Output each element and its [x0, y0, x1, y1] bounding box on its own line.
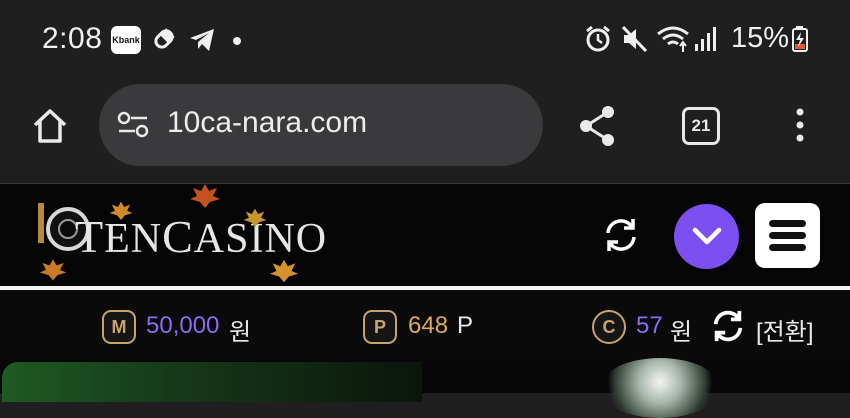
banner-background — [2, 362, 422, 402]
logo-letter-t: T — [75, 211, 105, 262]
battery-charging-icon — [792, 26, 808, 52]
casino-unit: 원 — [670, 319, 693, 346]
point-amount: 648 — [408, 312, 449, 339]
wifi-icon — [657, 26, 689, 52]
banner-image — [600, 358, 720, 418]
logo-letter-c: C — [162, 211, 194, 262]
pill-icon — [154, 28, 175, 49]
battery-percent: 15% — [731, 22, 790, 54]
logo-letters-en: EN — [104, 216, 163, 262]
refresh-icon[interactable] — [602, 216, 640, 254]
notification-dot — [233, 37, 241, 45]
convert-refresh-icon[interactable] — [710, 308, 746, 344]
status-time: 2:08 — [42, 22, 103, 55]
point-badge-icon: P — [363, 310, 397, 344]
home-icon[interactable] — [30, 106, 70, 146]
casino-badge-icon: C — [592, 310, 626, 344]
maple-leaf-icon — [243, 208, 267, 227]
money-amount: 50,000 — [146, 312, 220, 339]
maple-leaf-icon — [190, 184, 220, 208]
telegram-icon — [190, 29, 214, 51]
signal-icon — [695, 27, 716, 51]
hamburger-menu-button[interactable] — [755, 203, 820, 268]
url-text[interactable]: 10ca-nara.com — [167, 106, 367, 140]
kbank-app-icon: Kbank — [111, 26, 141, 54]
mute-icon — [621, 25, 648, 53]
money-badge-icon: M — [102, 310, 136, 344]
alarm-icon — [586, 25, 610, 52]
money-unit: 원 — [229, 319, 252, 346]
maple-leaf-icon — [269, 259, 299, 283]
tabs-icon[interactable]: 21 — [682, 107, 720, 145]
maple-leaf-icon — [109, 201, 133, 220]
maple-leaf-icon — [39, 259, 67, 281]
more-menu-icon[interactable] — [790, 106, 810, 146]
point-unit: P — [457, 312, 474, 339]
chevron-down-icon — [692, 227, 722, 245]
site-settings-icon[interactable] — [115, 110, 151, 140]
share-icon[interactable] — [578, 104, 618, 148]
convert-button[interactable]: [전환] — [756, 312, 814, 347]
casino-amount: 57 — [636, 312, 663, 339]
